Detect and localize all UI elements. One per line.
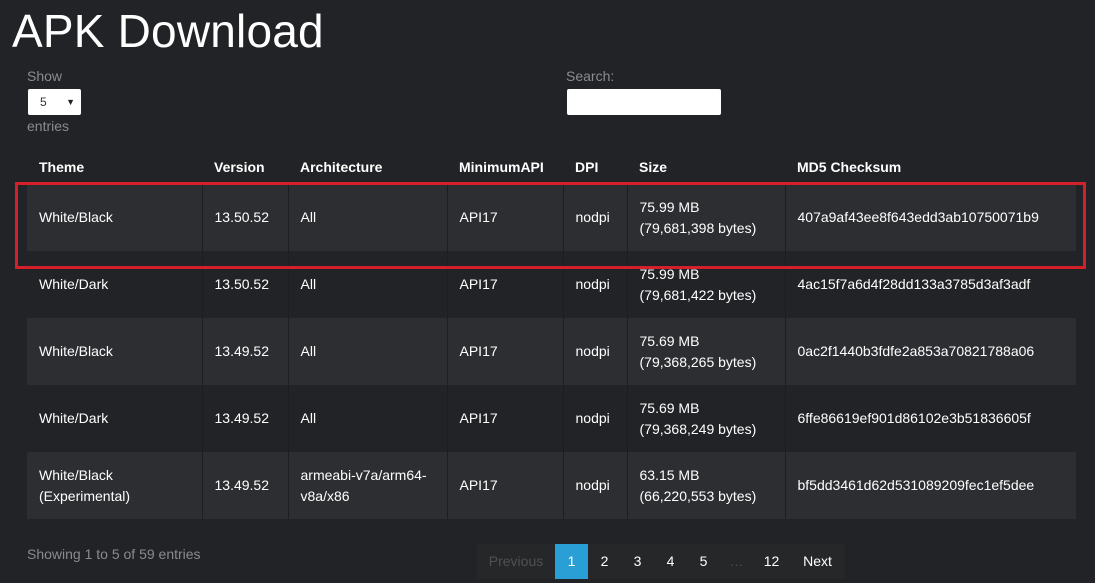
page-button-12[interactable]: 12 <box>753 544 790 579</box>
column-header-md5[interactable]: MD5 Checksum <box>785 150 1076 184</box>
page-title: APK Download <box>12 5 324 57</box>
search-input[interactable] <box>567 89 721 115</box>
entries-length-control: Show 5 ▼ entries <box>27 68 81 135</box>
entries-select-value: 5 <box>40 95 47 109</box>
cell-version: 13.49.52 <box>201 385 288 452</box>
page-button-5[interactable]: 5 <box>687 544 720 579</box>
cell-minimum-api: API17 <box>446 385 563 452</box>
size-bytes: (66,220,553 bytes) <box>639 487 757 504</box>
cell-version: 13.50.52 <box>201 184 288 251</box>
cell-dpi: nodpi <box>562 452 627 519</box>
entries-label: entries <box>27 118 70 134</box>
search-control: Search: <box>566 68 721 115</box>
table-row[interactable]: White/Dark 13.50.52 All API17 nodpi 75.9… <box>27 251 1076 318</box>
previous-button[interactable]: Previous <box>477 544 555 579</box>
cell-theme: White/Dark <box>27 251 202 318</box>
column-header-dpi[interactable]: DPI <box>563 150 627 184</box>
cell-dpi: nodpi <box>562 385 627 452</box>
apk-table: Theme Version Architecture MinimumAPI DP… <box>27 150 1076 519</box>
apk-download-page: APK Download Show 5 ▼ entries Search: Th… <box>0 0 1095 583</box>
size-bytes: (79,368,249 bytes) <box>639 420 757 437</box>
cell-minimum-api: API17 <box>446 318 563 385</box>
cell-dpi: nodpi <box>562 318 627 385</box>
cell-size: 63.15 MB (66,220,553 bytes) <box>626 452 785 519</box>
cell-architecture: All <box>287 251 447 318</box>
cell-theme: White/Black (Experimental) <box>27 452 202 519</box>
cell-architecture: All <box>287 184 447 251</box>
next-button[interactable]: Next <box>790 544 845 579</box>
column-header-minimum-api[interactable]: MinimumAPI <box>447 150 563 184</box>
search-label: Search: <box>566 68 615 84</box>
size-mb: 75.69 MB <box>639 332 700 349</box>
entries-select[interactable]: 5 ▼ <box>28 89 81 115</box>
cell-size: 75.69 MB (79,368,265 bytes) <box>626 318 785 385</box>
pagination-ellipsis: … <box>720 544 753 579</box>
size-bytes: (79,681,422 bytes) <box>639 286 757 303</box>
page-button-4[interactable]: 4 <box>654 544 687 579</box>
size-mb: 63.15 MB <box>639 466 700 483</box>
cell-md5: 4ac15f7a6d4f28dd133a3785d3af3adf <box>784 251 1076 318</box>
pagination: Previous 1 2 3 4 5 … 12 Next <box>477 544 845 579</box>
column-header-theme[interactable]: Theme <box>27 150 202 184</box>
cell-dpi: nodpi <box>562 184 627 251</box>
cell-minimum-api: API17 <box>446 184 563 251</box>
chevron-down-icon: ▼ <box>66 97 75 107</box>
column-header-version[interactable]: Version <box>202 150 288 184</box>
cell-version: 13.49.52 <box>201 318 288 385</box>
page-button-2[interactable]: 2 <box>588 544 621 579</box>
table-header-row: Theme Version Architecture MinimumAPI DP… <box>27 150 1076 184</box>
cell-theme: White/Black <box>27 318 202 385</box>
size-mb: 75.99 MB <box>639 198 700 215</box>
size-mb: 75.69 MB <box>639 399 700 416</box>
cell-md5: 0ac2f1440b3fdfe2a853a70821788a06 <box>784 318 1076 385</box>
cell-theme: White/Black <box>27 184 202 251</box>
page-button-1[interactable]: 1 <box>555 544 588 579</box>
table-info: Showing 1 to 5 of 59 entries <box>27 546 201 562</box>
table-row[interactable]: White/Black (Experimental) 13.49.52 arme… <box>27 452 1076 519</box>
table-row[interactable]: White/Black 13.49.52 All API17 nodpi 75.… <box>27 318 1076 385</box>
cell-minimum-api: API17 <box>446 452 563 519</box>
cell-version: 13.49.52 <box>201 452 288 519</box>
cell-md5: 6ffe86619ef901d86102e3b51836605f <box>784 385 1076 452</box>
show-label: Show <box>27 68 63 84</box>
cell-md5: 407a9af43ee8f643edd3ab10750071b9 <box>784 184 1076 251</box>
table-row[interactable]: White/Black 13.50.52 All API17 nodpi 75.… <box>27 184 1076 251</box>
size-mb: 75.99 MB <box>639 265 700 282</box>
cell-dpi: nodpi <box>562 251 627 318</box>
size-bytes: (79,681,398 bytes) <box>639 219 757 236</box>
size-bytes: (79,368,265 bytes) <box>639 353 757 370</box>
cell-size: 75.99 MB (79,681,398 bytes) <box>626 184 785 251</box>
cell-version: 13.50.52 <box>201 251 288 318</box>
cell-size: 75.99 MB (79,681,422 bytes) <box>626 251 785 318</box>
cell-size: 75.69 MB (79,368,249 bytes) <box>626 385 785 452</box>
cell-architecture: armeabi-v7a/arm64-v8a/x86 <box>287 452 447 519</box>
cell-architecture: All <box>287 318 447 385</box>
cell-architecture: All <box>287 385 447 452</box>
page-button-3[interactable]: 3 <box>621 544 654 579</box>
cell-minimum-api: API17 <box>446 251 563 318</box>
cell-md5: bf5dd3461d62d531089209fec1ef5dee <box>784 452 1076 519</box>
column-header-architecture[interactable]: Architecture <box>288 150 447 184</box>
table-row[interactable]: White/Dark 13.49.52 All API17 nodpi 75.6… <box>27 385 1076 452</box>
column-header-size[interactable]: Size <box>627 150 785 184</box>
cell-theme: White/Dark <box>27 385 202 452</box>
